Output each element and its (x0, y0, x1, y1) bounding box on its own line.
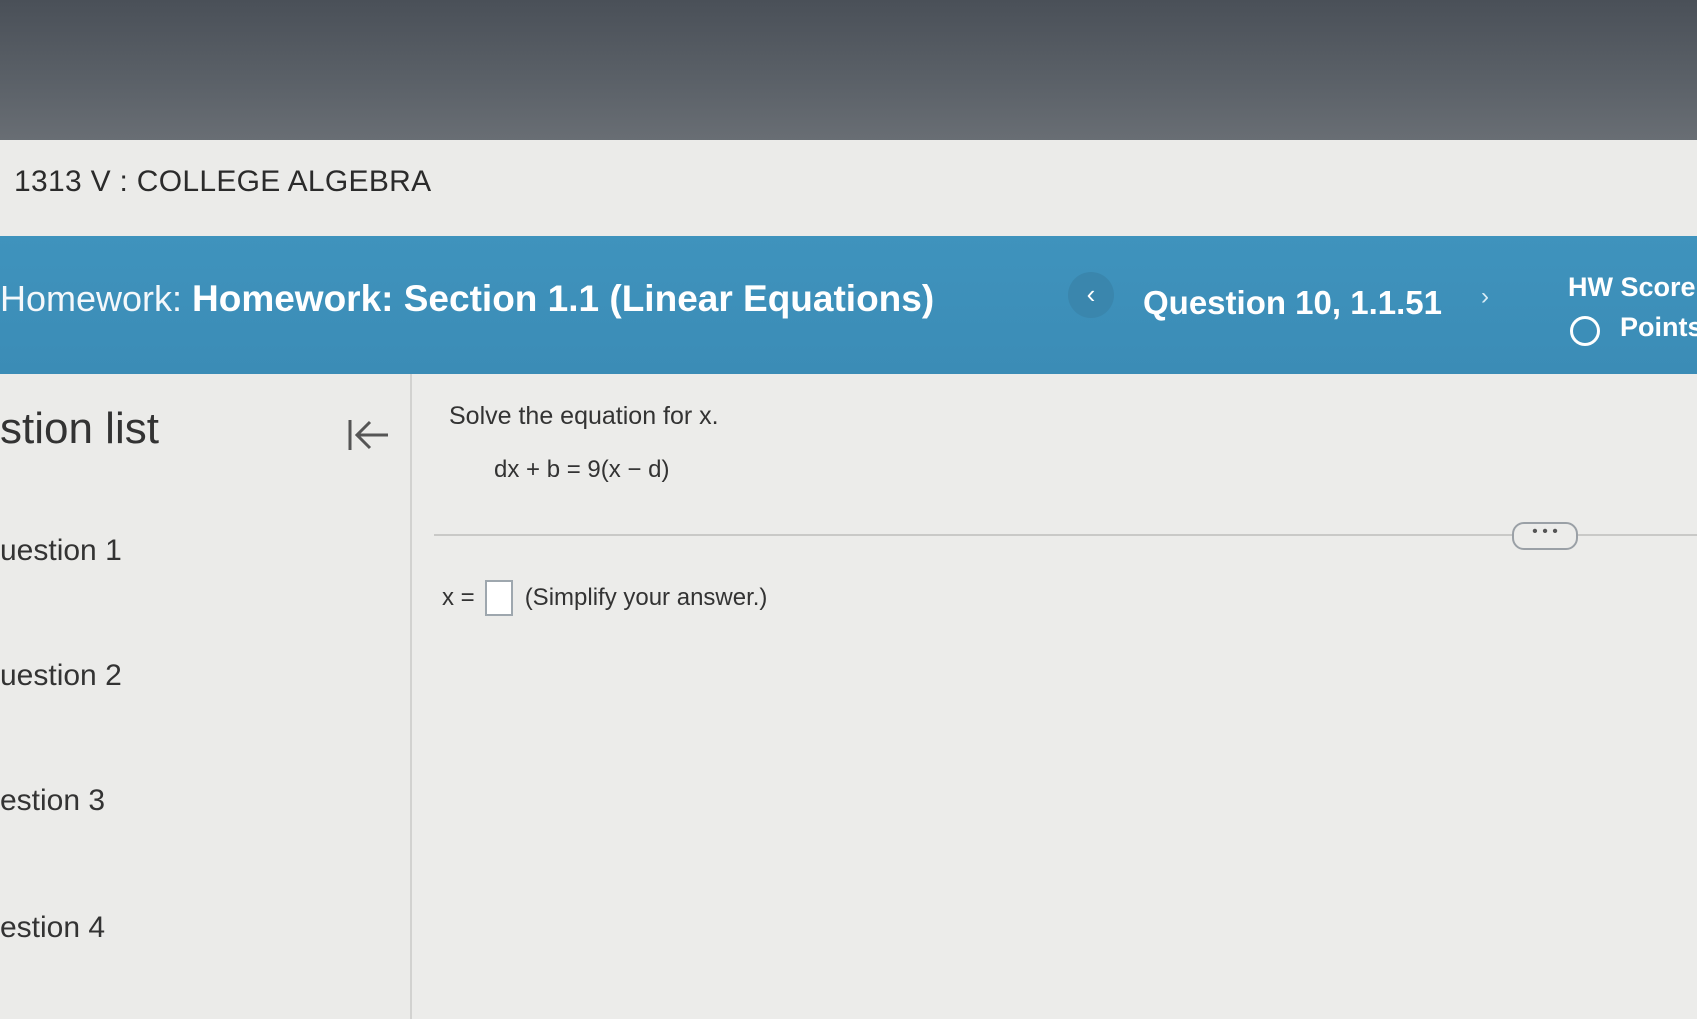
previous-question-button[interactable]: ‹ (1068, 272, 1114, 318)
homework-label: Homework: (0, 278, 183, 319)
course-title: 1313 V : COLLEGE ALGEBRA (14, 165, 432, 198)
collapse-sidebar-button[interactable] (346, 412, 392, 458)
chevron-left-icon: ‹ (1086, 279, 1096, 309)
answer-input[interactable] (484, 580, 513, 616)
points-progress-ring-icon (1570, 316, 1600, 346)
sidebar-item-question-2[interactable]: uestion 2 (0, 659, 122, 693)
homework-name: Homework: Section 1.1 (Linear Equations) (192, 278, 935, 319)
course-header: 1313 V : COLLEGE ALGEBRA (0, 140, 1697, 236)
app-screen: 1313 V : COLLEGE ALGEBRA Homework: Homew… (0, 140, 1697, 1019)
sidebar-item-label: uestion 2 (0, 659, 122, 692)
hw-score-label: HW Score (1568, 272, 1696, 302)
question-list-title: stion list (0, 404, 159, 453)
answer-hint: (Simplify your answer.) (524, 584, 768, 611)
question-list-sidebar: stion list uestion 1 uestion 2 estion 3 … (0, 374, 412, 1019)
sidebar-item-question-1[interactable]: uestion 1 (0, 534, 122, 568)
question-equation: dx + b = 9(x − d) (494, 456, 670, 483)
points-label: Points (1620, 312, 1697, 342)
collapse-left-icon (348, 420, 388, 450)
sidebar-item-label: uestion 1 (0, 534, 122, 567)
sidebar-item-question-3[interactable]: estion 3 (0, 784, 105, 818)
monitor-bezel (0, 0, 1697, 150)
question-prompt: Solve the equation for x. (449, 402, 719, 430)
question-label: Question 10, 1.1.51 (1143, 284, 1442, 321)
sidebar-item-label: estion 4 (0, 911, 106, 944)
question-panel: Solve the equation for x. dx + b = 9(x −… (412, 374, 1697, 1019)
divider (434, 534, 1697, 536)
answer-prefix: x = (442, 584, 475, 611)
sidebar-item-label: estion 3 (0, 784, 106, 817)
answer-row: x = (Simplify your answer.) (442, 580, 767, 616)
sidebar-item-question-4[interactable]: estion 4 (0, 911, 105, 945)
homework-header: Homework: Homework: Section 1.1 (Linear … (0, 236, 1697, 374)
more-options-button[interactable]: • • • (1512, 522, 1578, 550)
next-question-button[interactable]: › (1470, 282, 1500, 312)
chevron-right-icon: › (1481, 283, 1489, 310)
